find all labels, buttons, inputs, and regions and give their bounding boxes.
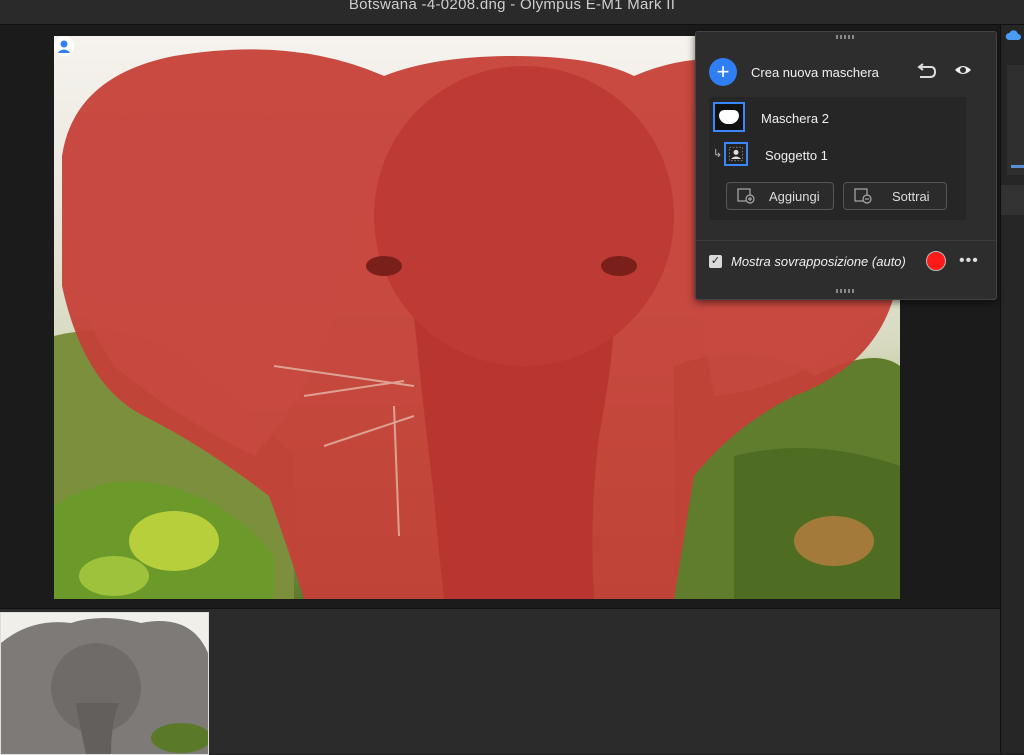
panel-drag-handle[interactable]: [836, 289, 856, 293]
add-button[interactable]: Aggiungi: [726, 182, 834, 210]
filmstrip-thumbnail[interactable]: [0, 612, 209, 755]
overlay-color-swatch[interactable]: [926, 251, 946, 271]
panel-divider: [696, 240, 996, 241]
mask-item-label: Soggetto 1: [765, 148, 828, 163]
window-title: Botswana -4-0208.dng - Olympus E-M1 Mark…: [348, 0, 676, 13]
title-bar: Botswana -4-0208.dng - Olympus E-M1 Mark…: [0, 0, 1024, 25]
subtract-button[interactable]: Sottrai: [843, 182, 947, 210]
more-options-icon[interactable]: •••: [959, 252, 979, 270]
person-pin-icon[interactable]: [54, 36, 74, 58]
subcomponent-arrow-icon: ↳: [713, 148, 723, 160]
show-overlay-label: Mostra sovrapposizione (auto): [731, 254, 906, 269]
mask-item-label: Maschera 2: [761, 111, 829, 126]
right-panel-strip: [1000, 25, 1024, 753]
subtract-from-mask-icon: [854, 188, 872, 204]
create-mask-button[interactable]: +: [709, 58, 737, 86]
mask-item-component[interactable]: ↳ Soggetto 1: [709, 138, 966, 172]
subtract-button-label: Sottrai: [892, 189, 930, 204]
panel-drag-handle[interactable]: [836, 35, 856, 39]
add-to-mask-icon: [737, 188, 755, 204]
mask-item[interactable]: Maschera 2: [709, 100, 966, 134]
elephant-thumbnail-image: [1, 613, 208, 754]
panel-divider: [1001, 185, 1024, 215]
mask-list: Maschera 2 ↳ Soggetto 1 Aggiungi Sottrai: [709, 97, 966, 220]
add-button-label: Aggiungi: [769, 189, 820, 204]
eye-icon[interactable]: [954, 63, 972, 77]
cloud-icon[interactable]: [1005, 29, 1021, 41]
create-mask-label[interactable]: Crea nuova maschera: [751, 65, 879, 80]
reset-icon[interactable]: [917, 62, 937, 80]
select-subject-icon: [724, 142, 748, 166]
mask-panel: + Crea nuova maschera Maschera 2 ↳ Sogge…: [695, 31, 997, 300]
mask-thumbnail: [713, 102, 745, 132]
show-overlay-checkbox[interactable]: ✓: [709, 255, 722, 268]
histogram: [1007, 65, 1024, 175]
